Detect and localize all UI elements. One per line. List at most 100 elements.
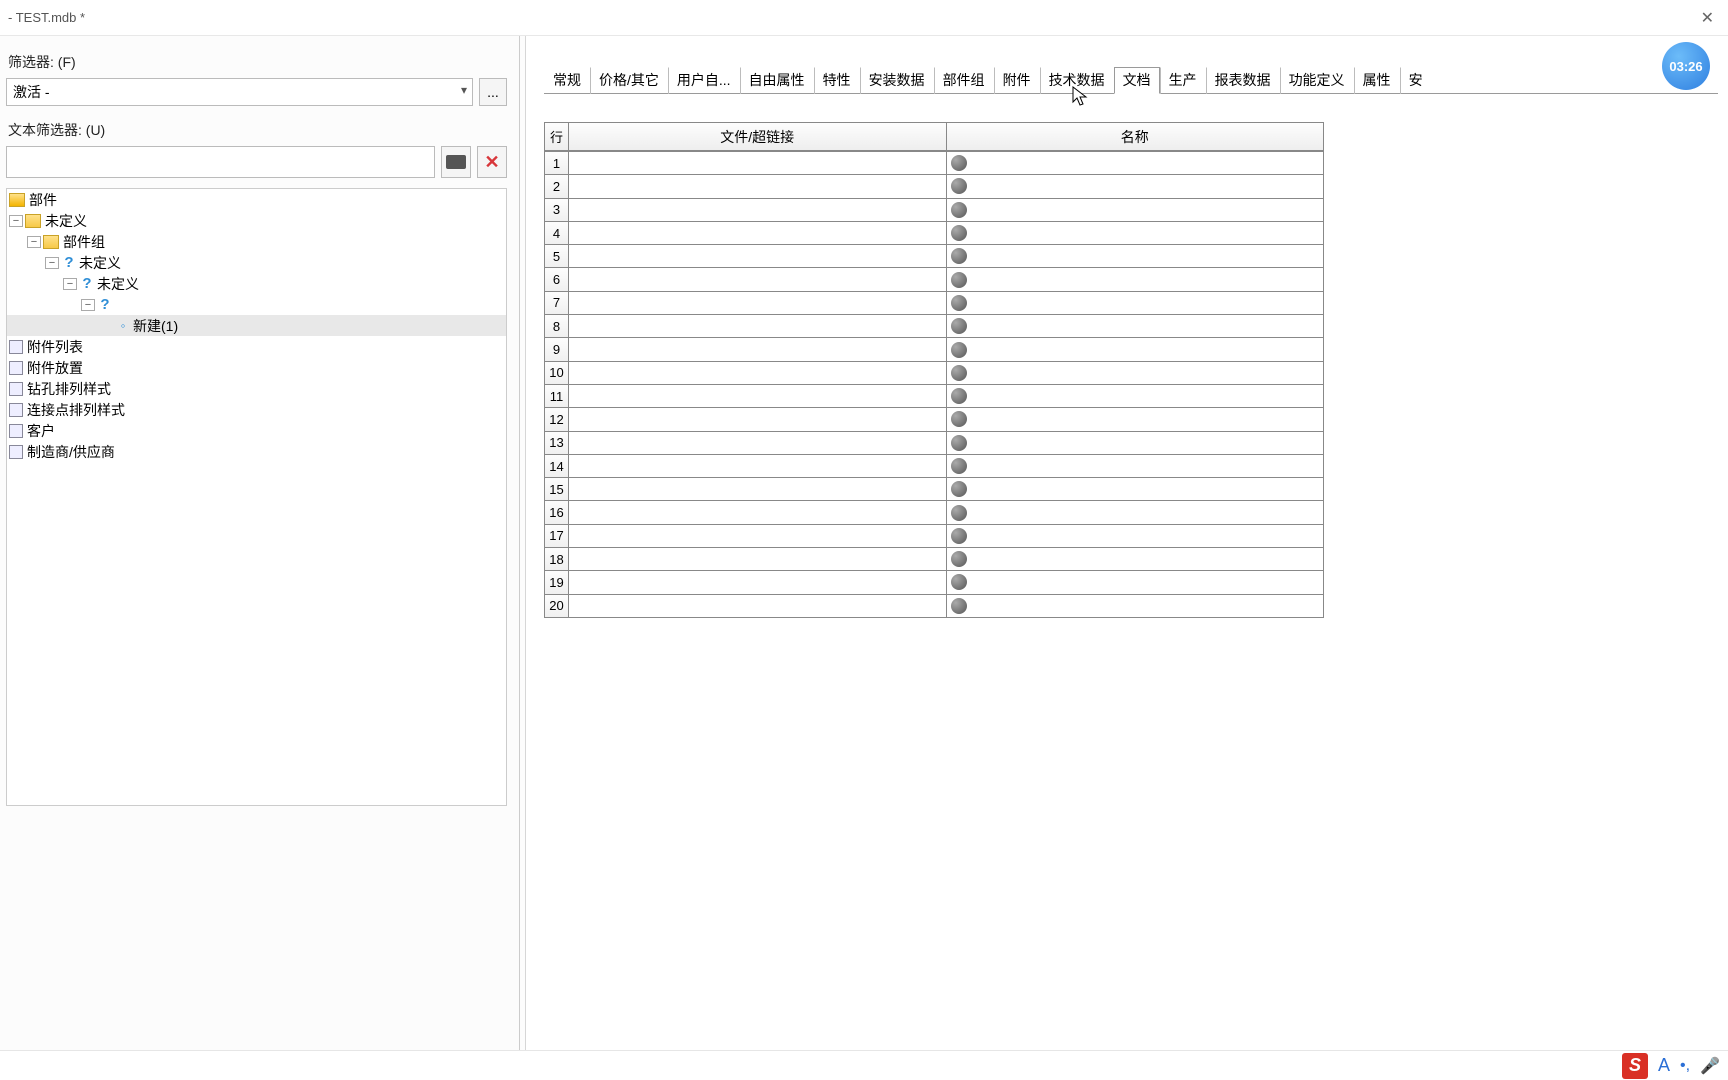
collapse-icon[interactable]: − — [81, 299, 95, 311]
tree-root-parts[interactable]: 部件 — [7, 189, 506, 210]
tab-7[interactable]: 附件 — [994, 67, 1040, 94]
cell-file[interactable] — [569, 571, 947, 593]
table-row[interactable]: 16 — [545, 500, 1323, 523]
cell-name[interactable] — [947, 222, 1324, 244]
tree-node-partgroup[interactable]: − 部件组 — [7, 231, 506, 252]
table-row[interactable]: 7 — [545, 291, 1323, 314]
cell-file[interactable] — [569, 408, 947, 430]
tree-node-undefined-1[interactable]: − ? 未定义 — [7, 252, 506, 273]
tab-14[interactable]: 安 — [1400, 67, 1432, 94]
cell-file[interactable] — [569, 432, 947, 454]
cell-file[interactable] — [569, 199, 947, 221]
cell-file[interactable] — [569, 548, 947, 570]
cell-name[interactable] — [947, 455, 1324, 477]
tab-10[interactable]: 生产 — [1160, 67, 1206, 94]
cell-name[interactable] — [947, 292, 1324, 314]
table-row[interactable]: 5 — [545, 244, 1323, 267]
cell-name[interactable] — [947, 268, 1324, 290]
cell-file[interactable] — [569, 595, 947, 617]
tab-0[interactable]: 常规 — [544, 67, 590, 94]
tree-view[interactable]: 部件 − 未定义 − 部件组 − ? 未定义 — [6, 188, 507, 806]
cell-name[interactable] — [947, 525, 1324, 547]
table-row[interactable]: 11 — [545, 384, 1323, 407]
find-button[interactable] — [441, 146, 471, 178]
tree-node-undefined-0[interactable]: − 未定义 — [7, 210, 506, 231]
cell-file[interactable] — [569, 385, 947, 407]
table-row[interactable]: 15 — [545, 477, 1323, 500]
table-row[interactable]: 10 — [545, 361, 1323, 384]
table-row[interactable]: 6 — [545, 267, 1323, 290]
tab-3[interactable]: 自由属性 — [740, 67, 814, 94]
text-filter-input[interactable] — [6, 146, 435, 178]
table-row[interactable]: 13 — [545, 431, 1323, 454]
tab-4[interactable]: 特性 — [814, 67, 860, 94]
filter-browse-button[interactable]: ... — [479, 78, 507, 106]
table-row[interactable]: 19 — [545, 570, 1323, 593]
collapse-icon[interactable]: − — [9, 215, 23, 227]
cell-file[interactable] — [569, 152, 947, 174]
tree-node-connection[interactable]: 连接点排列样式 — [7, 399, 506, 420]
table-row[interactable]: 4 — [545, 221, 1323, 244]
close-icon[interactable]: ✕ — [1695, 8, 1720, 28]
clock-widget[interactable]: 03:26 — [1662, 42, 1710, 90]
cell-file[interactable] — [569, 501, 947, 523]
cell-name[interactable] — [947, 571, 1324, 593]
clear-filter-button[interactable]: ✕ — [477, 146, 507, 178]
filter-input[interactable] — [6, 78, 473, 106]
cell-name[interactable] — [947, 175, 1324, 197]
tab-13[interactable]: 属性 — [1354, 67, 1400, 94]
filter-select[interactable]: ▾ — [6, 78, 473, 106]
tree-node-customer[interactable]: 客户 — [7, 420, 506, 441]
sogou-ime-icon[interactable]: S — [1622, 1053, 1648, 1079]
cell-file[interactable] — [569, 268, 947, 290]
tree-node-undefined-2[interactable]: − ? 未定义 — [7, 273, 506, 294]
cell-name[interactable] — [947, 152, 1324, 174]
cell-file[interactable] — [569, 245, 947, 267]
table-row[interactable]: 20 — [545, 594, 1323, 617]
table-row[interactable]: 12 — [545, 407, 1323, 430]
cell-name[interactable] — [947, 245, 1324, 267]
cell-name[interactable] — [947, 199, 1324, 221]
table-row[interactable]: 17 — [545, 524, 1323, 547]
tree-node-accessory-place[interactable]: 附件放置 — [7, 357, 506, 378]
tab-6[interactable]: 部件组 — [934, 67, 994, 94]
cell-name[interactable] — [947, 408, 1324, 430]
cell-name[interactable] — [947, 478, 1324, 500]
tree-node-manufacturer[interactable]: 制造商/供应商 — [7, 441, 506, 462]
table-row[interactable]: 9 — [545, 337, 1323, 360]
tab-12[interactable]: 功能定义 — [1280, 67, 1354, 94]
cell-name[interactable] — [947, 548, 1324, 570]
ime-mode-icon[interactable]: A — [1658, 1055, 1670, 1076]
tree-node-new1[interactable]: ◦ 新建(1) — [7, 315, 506, 336]
cell-file[interactable] — [569, 292, 947, 314]
tab-11[interactable]: 报表数据 — [1206, 67, 1280, 94]
tab-8[interactable]: 技术数据 — [1040, 67, 1114, 94]
collapse-icon[interactable]: − — [45, 257, 59, 269]
tab-1[interactable]: 价格/其它 — [590, 67, 668, 94]
ime-punct-icon[interactable]: •, — [1680, 1057, 1690, 1075]
cell-name[interactable] — [947, 432, 1324, 454]
cell-name[interactable] — [947, 362, 1324, 384]
tree-node-drill[interactable]: 钻孔排列样式 — [7, 378, 506, 399]
cell-file[interactable] — [569, 338, 947, 360]
tab-9[interactable]: 文档 — [1114, 67, 1160, 94]
cell-file[interactable] — [569, 315, 947, 337]
table-row[interactable]: 1 — [545, 151, 1323, 174]
cell-file[interactable] — [569, 175, 947, 197]
cell-name[interactable] — [947, 385, 1324, 407]
cell-name[interactable] — [947, 338, 1324, 360]
cell-file[interactable] — [569, 222, 947, 244]
table-row[interactable]: 8 — [545, 314, 1323, 337]
cell-name[interactable] — [947, 315, 1324, 337]
cell-file[interactable] — [569, 478, 947, 500]
cell-name[interactable] — [947, 595, 1324, 617]
tab-5[interactable]: 安装数据 — [860, 67, 934, 94]
tree-node-accessory-list[interactable]: 附件列表 — [7, 336, 506, 357]
cell-file[interactable] — [569, 525, 947, 547]
table-row[interactable]: 14 — [545, 454, 1323, 477]
table-row[interactable]: 2 — [545, 174, 1323, 197]
collapse-icon[interactable]: − — [27, 236, 41, 248]
table-row[interactable]: 3 — [545, 198, 1323, 221]
cell-file[interactable] — [569, 362, 947, 384]
cell-name[interactable] — [947, 501, 1324, 523]
